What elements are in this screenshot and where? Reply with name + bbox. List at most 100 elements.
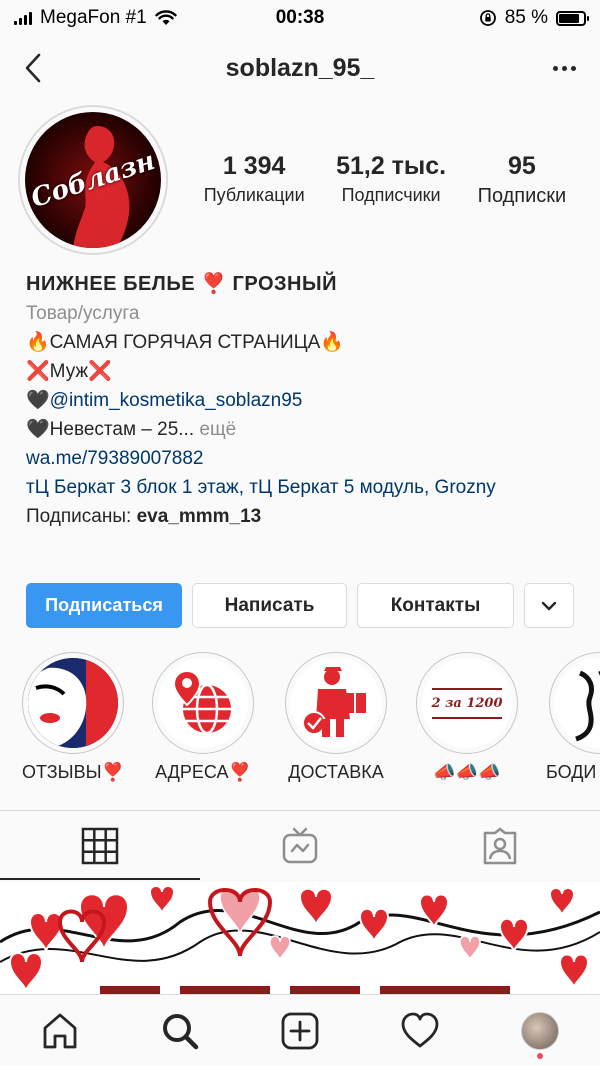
battery-icon xyxy=(556,10,589,26)
cover-line-icon xyxy=(432,687,502,690)
heart-icon xyxy=(401,1012,439,1047)
stat-following[interactable]: 95 Подписки xyxy=(478,152,567,208)
bio-address-link[interactable]: тЦ Беркат 3 блок 1 этаж, тЦ Беркат 5 мод… xyxy=(26,473,586,502)
notification-dot-icon xyxy=(537,1052,543,1059)
back-button[interactable] xyxy=(18,50,48,86)
carrier-name: MegaFon #1 xyxy=(40,7,147,28)
tab-igtv[interactable] xyxy=(200,811,400,881)
stat-value: 95 xyxy=(508,152,536,180)
hearts-image xyxy=(0,882,600,994)
profile-category: Товар/услуга xyxy=(26,303,140,324)
bio-website-link[interactable]: wa.me/79389007882 xyxy=(26,444,586,473)
stat-followers[interactable]: 51,2 тыс. Подписчики xyxy=(336,152,446,208)
stat-posts[interactable]: 1 394 Публикации xyxy=(204,152,305,208)
profile-username: soblazn_95_ xyxy=(225,53,375,82)
post-grid-preview[interactable] xyxy=(0,882,600,994)
highlight-cover xyxy=(555,658,600,748)
tagged-person-icon xyxy=(483,827,517,865)
status-bar: MegaFon #1 00:38 85 % xyxy=(0,0,600,36)
nav-search[interactable] xyxy=(150,1001,210,1061)
contacts-button[interactable]: Контакты xyxy=(357,583,514,628)
nav-home[interactable] xyxy=(30,1001,90,1061)
highlight-label: АДРЕСА❣️ xyxy=(155,762,251,782)
bio-text: 🖤Невестам – 25... xyxy=(26,419,195,440)
highlight-label: БОДИ xyxy=(546,762,597,782)
followed-by-prefix: Подписаны: xyxy=(26,506,137,527)
followed-by-user[interactable]: eva_mmm_13 xyxy=(137,506,262,527)
search-icon xyxy=(163,1013,199,1049)
profile-bio: НИЖНЕЕ БЕЛЬЕ ❣️ ГРОЗНЫЙ Товар/услуга 🔥СА… xyxy=(26,270,586,531)
add-post-icon xyxy=(281,1012,319,1049)
highlight-ring xyxy=(549,652,600,754)
igtv-icon xyxy=(282,827,318,864)
followed-by: Подписаны: eva_mmm_13 xyxy=(26,502,586,531)
more-dot-icon xyxy=(570,65,576,71)
highlight-bodysuits[interactable]: БОДИ xyxy=(540,652,600,783)
tab-tagged[interactable] xyxy=(400,811,600,881)
story-highlights: ОТЗЫВЫ❣️ АДРЕСА❣️ ДОСТАВКА 2 за 1200 📣📣📣… xyxy=(0,652,600,792)
profile-summary: Соблазн 1 394 Публикации 51,2 тыс. Подпи… xyxy=(18,105,582,255)
bio-line: ❌Муж❌ xyxy=(26,361,112,382)
courier-icon xyxy=(302,667,366,737)
more-dot-icon xyxy=(552,65,558,71)
highlight-ring xyxy=(22,652,124,754)
chevron-down-icon xyxy=(541,601,557,610)
orientation-lock-icon xyxy=(479,10,496,26)
wifi-icon xyxy=(154,10,177,25)
stat-value: 1 394 xyxy=(222,152,286,180)
highlight-ring xyxy=(152,652,254,754)
profile-tabs xyxy=(0,811,600,881)
nav-activity[interactable] xyxy=(390,1001,450,1061)
suggested-dropdown-button[interactable] xyxy=(524,583,574,628)
cover-line-icon xyxy=(432,716,502,719)
profile-header: soblazn_95_ xyxy=(0,38,600,98)
highlight-addresses[interactable]: АДРЕСА❣️ xyxy=(143,652,263,783)
highlight-cover xyxy=(158,658,248,748)
stat-label: Публикации xyxy=(203,185,305,205)
highlight-cover-text: 2 за 1200 xyxy=(431,695,503,711)
highlight-promo[interactable]: 2 за 1200 📣📣📣 xyxy=(407,652,527,783)
stat-value: 51,2 тыс. xyxy=(336,152,447,180)
highlight-cover: 2 за 1200 xyxy=(422,658,512,748)
highlight-label: ДОСТАВКА xyxy=(288,762,384,782)
highlight-ring: 2 за 1200 xyxy=(416,652,518,754)
bio-line: 🖤@intim_kosmetika_soblazn95 xyxy=(26,386,586,415)
nav-profile[interactable] xyxy=(510,1001,570,1061)
lingerie-figure-icon xyxy=(575,670,600,742)
chevron-left-icon xyxy=(25,53,41,83)
stat-label: Подписки xyxy=(477,185,567,207)
follow-button[interactable]: Подписаться xyxy=(26,583,182,628)
profile-stats: 1 394 Публикации 51,2 тыс. Подписчики 95… xyxy=(188,152,582,208)
profile-name: НИЖНЕЕ БЕЛЬЕ ❣️ ГРОЗНЫЙ xyxy=(26,273,337,295)
more-dot-icon xyxy=(561,65,567,71)
status-left: MegaFon #1 xyxy=(14,7,177,29)
highlight-cover xyxy=(291,658,381,748)
bio-more-link[interactable]: ещё xyxy=(194,419,236,440)
more-options-button[interactable] xyxy=(546,58,582,78)
bio-mention-link[interactable]: @intim_kosmetika_soblazn95 xyxy=(50,390,303,411)
bio-line-prefix: 🖤 xyxy=(26,390,50,411)
highlight-delivery[interactable]: ДОСТАВКА xyxy=(276,652,396,783)
nav-avatar xyxy=(521,1011,559,1050)
nav-create[interactable] xyxy=(270,1001,330,1061)
active-tab-indicator xyxy=(0,878,200,880)
highlight-label: 📣📣📣 xyxy=(433,762,501,782)
globe-pin-icon xyxy=(172,669,231,735)
tab-grid[interactable] xyxy=(0,811,200,881)
battery-percent: 85 % xyxy=(504,7,548,28)
message-button[interactable]: Написать xyxy=(192,583,347,628)
avatar[interactable]: Соблазн xyxy=(18,105,168,255)
grid-icon xyxy=(81,827,119,865)
home-icon xyxy=(43,1013,77,1048)
highlight-reviews[interactable]: ОТЗЫВЫ❣️ xyxy=(13,652,133,783)
highlight-ring xyxy=(285,652,387,754)
status-time: 00:38 xyxy=(275,7,325,28)
bio-line: 🔥САМАЯ ГОРЯЧАЯ СТРАНИЦА🔥 xyxy=(26,332,344,353)
bottom-navigation xyxy=(0,994,600,1066)
bio-line: 🖤Невестам – 25... ещё xyxy=(26,415,586,444)
signal-icon xyxy=(14,11,32,25)
highlight-label: ОТЗЫВЫ❣️ xyxy=(22,762,124,782)
stat-label: Подписчики xyxy=(341,185,441,205)
highlight-cover xyxy=(28,658,118,748)
status-right: 85 % xyxy=(479,7,589,29)
